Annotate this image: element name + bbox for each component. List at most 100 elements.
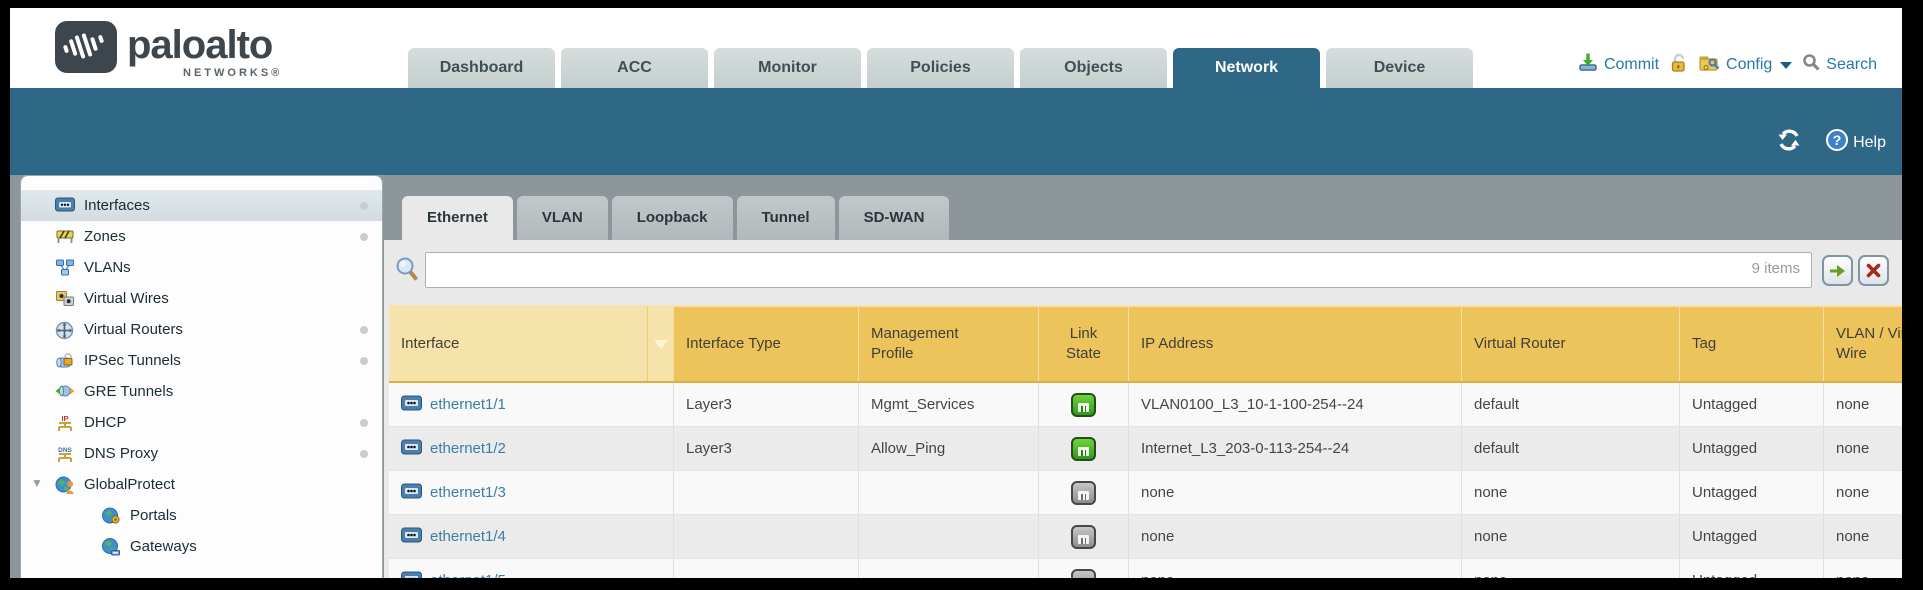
config-label: Config	[1726, 56, 1772, 74]
sidebar-dot	[360, 326, 368, 334]
interface-cell: ethernet1/5	[389, 559, 674, 578]
sort-dropdown-button[interactable]	[647, 307, 674, 381]
interface-link[interactable]: ethernet1/4	[430, 528, 506, 545]
secondary-toolbar: ? Help	[10, 88, 1902, 175]
interface-link[interactable]: ethernet1/2	[430, 440, 506, 457]
filter-input[interactable]	[425, 252, 1812, 288]
svg-text:DNS: DNS	[58, 447, 72, 454]
tab-vlan[interactable]: VLAN	[517, 196, 608, 240]
apply-filter-button[interactable]	[1822, 255, 1853, 286]
sidebar-item-gre-tunnels[interactable]: GRE Tunnels	[21, 376, 382, 407]
column-header-interface-type[interactable]: Interface Type	[674, 307, 859, 381]
table-row: ethernet1/2 Layer3 Allow_Ping Internet_L…	[389, 427, 1902, 471]
vlan-wire-cell: none	[1824, 515, 1902, 558]
sidebar-item-portals[interactable]: Portals	[21, 500, 382, 531]
link-state-down-icon	[1071, 525, 1096, 549]
link-state-down-icon	[1071, 481, 1096, 505]
items-count: 9 items	[1752, 260, 1800, 277]
column-header-interface[interactable]: Interface	[389, 307, 647, 381]
expander-triangle-icon[interactable]: ▼	[31, 476, 43, 490]
sidebar-item-virtual-routers[interactable]: Virtual Routers	[21, 314, 382, 345]
sidebar-item-label: VLANs	[84, 259, 131, 276]
refresh-icon[interactable]	[1775, 128, 1803, 157]
tab-policies[interactable]: Policies	[867, 48, 1014, 88]
sidebar-dot	[360, 419, 368, 427]
main-nav-tabs: Dashboard ACC Monitor Policies Objects N…	[408, 48, 1473, 88]
sidebar-item-ipsec-tunnels[interactable]: IPSec Tunnels	[21, 345, 382, 376]
tab-loopback[interactable]: Loopback	[612, 196, 733, 240]
chevron-down-icon	[1780, 62, 1792, 69]
column-header-tag[interactable]: Tag	[1680, 307, 1824, 381]
sidebar-dot	[360, 202, 368, 210]
link-state-cell	[1039, 559, 1129, 578]
virtual-router-cell: none	[1462, 559, 1680, 578]
lock-button[interactable]	[1669, 53, 1688, 78]
tab-dashboard[interactable]: Dashboard	[408, 48, 555, 88]
tab-objects[interactable]: Objects	[1020, 48, 1167, 88]
tab-ethernet[interactable]: Ethernet	[402, 196, 513, 240]
sidebar-item-globalprotect[interactable]: ▼ GlobalProtect	[21, 469, 382, 500]
column-header-ip-address[interactable]: IP Address	[1129, 307, 1462, 381]
config-menu[interactable]: Config	[1698, 53, 1792, 78]
help-button[interactable]: ? Help	[1825, 128, 1886, 157]
sidebar-item-dhcp[interactable]: IP DHCP	[21, 407, 382, 438]
commit-button[interactable]: Commit	[1577, 52, 1659, 78]
sidebar-nav: Interfaces Zones VLANs	[20, 175, 383, 578]
table-row: ethernet1/5 none none Untagged none	[389, 559, 1902, 578]
sort-arrow-icon	[654, 340, 668, 349]
globalprotect-icon	[55, 476, 75, 494]
sidebar-dot	[360, 450, 368, 458]
main-content: Ethernet VLAN Loopback Tunnel SD-WAN	[384, 175, 1902, 578]
window-frame: paloalto NETWORKS® Dashboard ACC Monitor…	[0, 0, 1923, 590]
sidebar-item-dns-proxy[interactable]: DNS DNS Proxy	[21, 438, 382, 469]
interface-type-cell	[674, 515, 859, 558]
interface-link[interactable]: ethernet1/5	[430, 572, 506, 578]
search-icon	[1802, 53, 1821, 77]
tab-monitor[interactable]: Monitor	[714, 48, 861, 88]
virtual-router-cell: default	[1462, 383, 1680, 426]
vlan-wire-cell: none	[1824, 427, 1902, 470]
interface-link[interactable]: ethernet1/3	[430, 484, 506, 501]
paloalto-logo: paloalto NETWORKS®	[55, 15, 315, 83]
tab-sdwan[interactable]: SD-WAN	[839, 196, 950, 240]
column-header-virtual-router[interactable]: Virtual Router	[1462, 307, 1680, 381]
virtual-routers-icon	[55, 321, 75, 339]
interface-cell: ethernet1/4	[389, 515, 674, 558]
tab-device[interactable]: Device	[1326, 48, 1473, 88]
clear-filter-button[interactable]	[1858, 255, 1889, 286]
sidebar-item-vlans[interactable]: VLANs	[21, 252, 382, 283]
portals-icon	[101, 507, 121, 525]
sidebar-item-label: Portals	[130, 507, 177, 524]
sidebar-item-label: GRE Tunnels	[84, 383, 173, 400]
link-state-cell	[1039, 427, 1129, 470]
svg-text:IP: IP	[61, 414, 68, 423]
content-panel: 9 items	[384, 240, 1902, 578]
interfaces-table: Interface Interface Type Management Prof…	[389, 305, 1902, 578]
tab-acc[interactable]: ACC	[561, 48, 708, 88]
red-x-icon	[1866, 263, 1881, 278]
sidebar-dot	[360, 357, 368, 365]
commit-label: Commit	[1604, 56, 1659, 74]
tab-network[interactable]: Network	[1173, 48, 1320, 88]
column-header-link-state[interactable]: Link State	[1039, 307, 1129, 381]
sidebar-item-zones[interactable]: Zones	[21, 221, 382, 252]
sidebar-item-gateways[interactable]: Gateways	[21, 531, 382, 562]
column-header-management-profile[interactable]: Management Profile	[859, 307, 1039, 381]
column-header-vlan-wire[interactable]: VLAN / Virtual Wire	[1824, 307, 1902, 381]
filter-row: 9 items	[384, 252, 1902, 288]
search-button[interactable]: Search	[1802, 53, 1877, 77]
header-utilities: Commit	[1577, 52, 1877, 78]
link-state-up-icon	[1071, 437, 1096, 461]
tag-cell: Untagged	[1680, 383, 1824, 426]
filter-search-icon	[394, 256, 421, 289]
tab-tunnel[interactable]: Tunnel	[737, 196, 835, 240]
interface-link[interactable]: ethernet1/1	[430, 396, 506, 413]
vlan-wire-cell: none	[1824, 383, 1902, 426]
help-label: Help	[1853, 134, 1886, 152]
tag-cell: Untagged	[1680, 427, 1824, 470]
sidebar-item-label: DHCP	[84, 414, 127, 431]
sidebar-item-virtual-wires[interactable]: Virtual Wires	[21, 283, 382, 314]
sidebar-item-interfaces[interactable]: Interfaces	[21, 190, 382, 221]
link-state-cell	[1039, 515, 1129, 558]
vlan-wire-cell: none	[1824, 471, 1902, 514]
